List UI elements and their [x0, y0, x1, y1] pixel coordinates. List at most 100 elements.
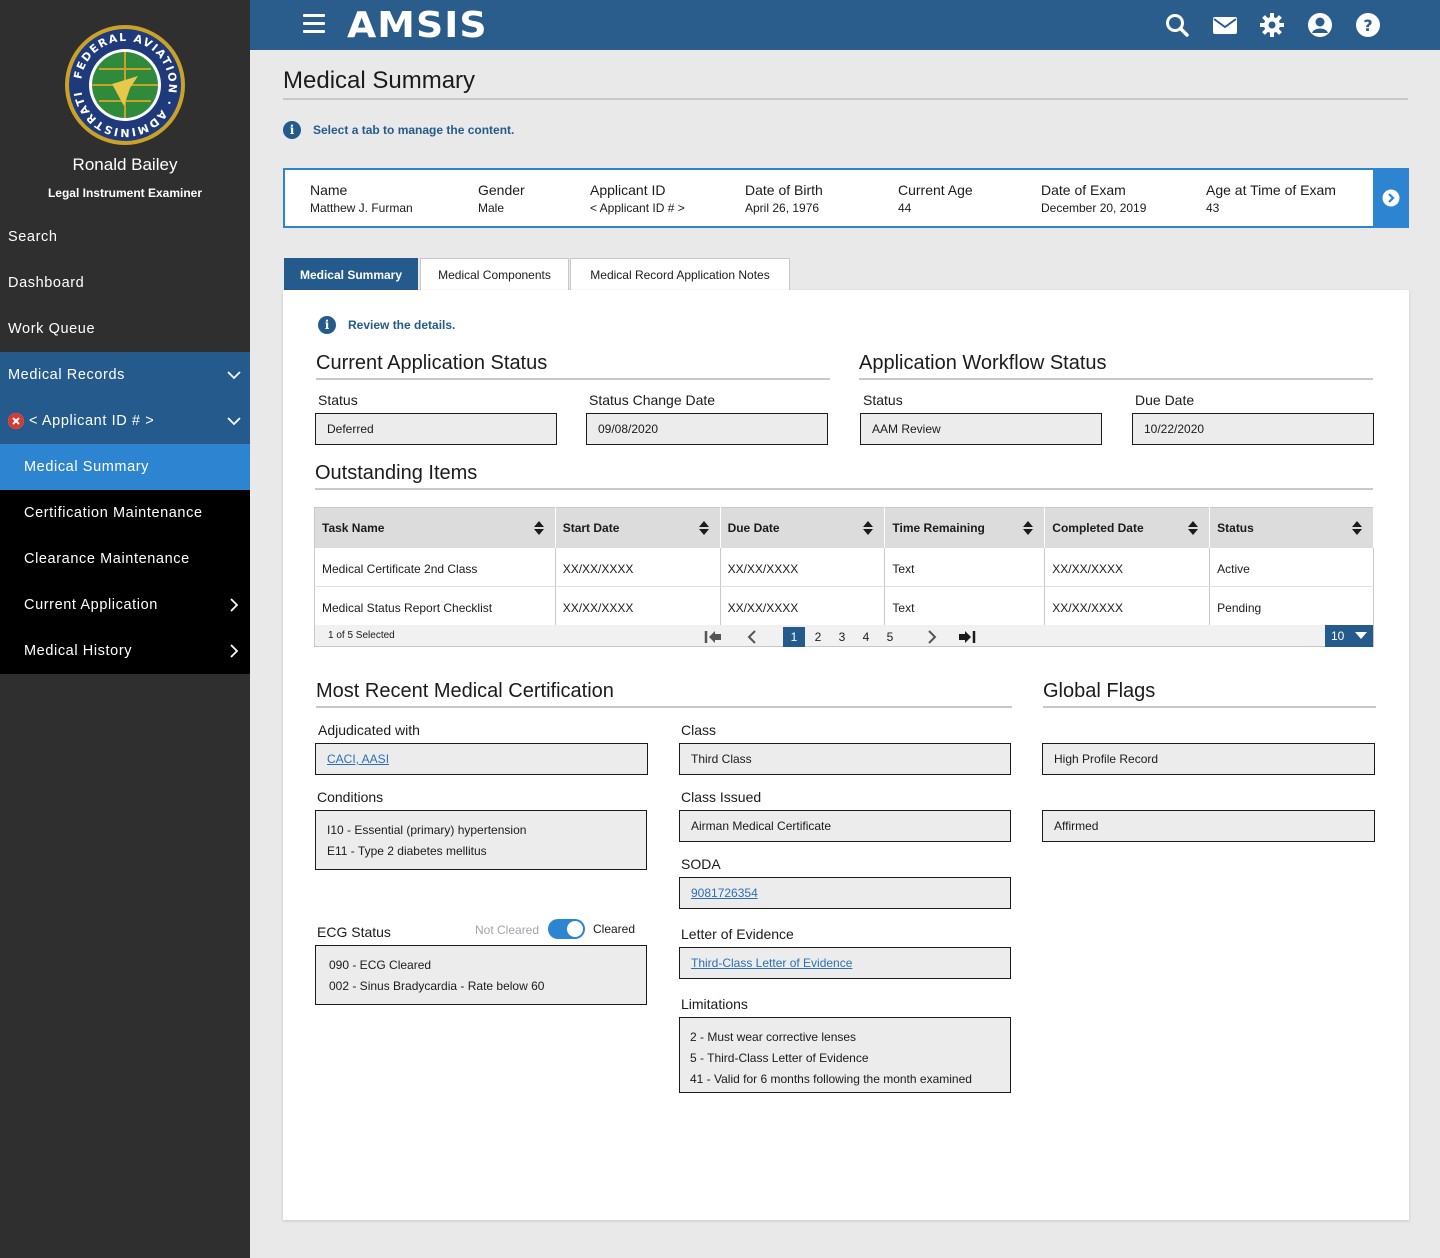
column-header-time-remaining[interactable]: Time Remaining	[884, 507, 1046, 548]
table-cell: XX/XX/XXXX	[1044, 586, 1211, 626]
info-icon: i	[283, 121, 301, 139]
applicant-dob-label: Date of Birth	[745, 182, 823, 198]
current-status-label: Status	[318, 392, 358, 408]
sidebar: FEDERAL AVIATION · ADMINISTRATION · Rona…	[0, 0, 250, 1258]
page-1[interactable]: 1	[783, 627, 805, 647]
workflow-status-heading: Application Workflow Status	[859, 352, 1107, 374]
page-info-text: Select a tab to manage the content.	[313, 123, 515, 137]
last-page-icon[interactable]	[958, 627, 976, 647]
limitations-label: Limitations	[681, 996, 748, 1012]
column-header-status[interactable]: Status	[1209, 507, 1374, 548]
table-row[interactable]: Medical Certificate 2nd Class XX/XX/XXXX…	[314, 547, 1374, 587]
nav-medical-records[interactable]: Medical Records	[0, 352, 250, 398]
applicant-card: Name Matthew J. Furman Gender Male Appli…	[283, 168, 1409, 228]
page-3[interactable]: 3	[831, 627, 853, 647]
page-2[interactable]: 2	[807, 627, 829, 647]
sort-icon[interactable]	[533, 520, 545, 536]
table-cell: Pending	[1209, 586, 1374, 626]
applicant-gender-value: Male	[478, 201, 505, 215]
workflow-due-date-label: Due Date	[1135, 392, 1195, 408]
chevron-down-icon	[227, 417, 241, 426]
nav-clearance-maintenance[interactable]: Clearance Maintenance	[0, 536, 250, 582]
toggle-on-label: Cleared	[593, 922, 636, 936]
column-header-label: Completed Date	[1052, 520, 1144, 535]
class-issued-label: Class Issued	[681, 789, 762, 805]
applicant-name-value: Matthew J. Furman	[310, 201, 413, 215]
limitations-field: 2 - Must wear corrective lenses 5 - Thir…	[679, 1017, 1011, 1093]
search-icon[interactable]	[1164, 12, 1190, 38]
sort-icon[interactable]	[1187, 520, 1199, 536]
sort-icon[interactable]	[862, 520, 874, 536]
user-icon[interactable]	[1307, 12, 1333, 38]
menu-icon[interactable]	[303, 14, 325, 34]
page-title: Medical Summary	[283, 67, 476, 94]
help-icon[interactable]: ?	[1355, 12, 1381, 38]
nav-clearance-maintenance-label: Clearance Maintenance	[24, 551, 190, 567]
adjudicated-link[interactable]: CACI, AASI	[327, 752, 389, 766]
letter-of-evidence-link[interactable]: Third-Class Letter of Evidence	[691, 956, 852, 970]
tab-medical-summary[interactable]: Medical Summary	[284, 258, 418, 291]
panel-info-text: Review the details.	[348, 318, 456, 332]
applicant-id: Applicant ID < Applicant ID # >	[590, 182, 685, 215]
condition-item: E11 - Type 2 diabetes mellitus	[327, 844, 487, 858]
table-row[interactable]: Medical Status Report Checklist XX/XX/XX…	[314, 586, 1374, 626]
column-header-task-name[interactable]: Task Name	[314, 507, 556, 548]
column-header-label: Status	[1217, 520, 1254, 535]
nav-certification-maintenance[interactable]: Certification Maintenance	[0, 490, 250, 536]
nav-applicant[interactable]: < Applicant ID # >	[0, 398, 250, 444]
page-size-select[interactable]: 10	[1325, 625, 1373, 647]
next-page-icon[interactable]	[925, 627, 939, 647]
column-header-start-date[interactable]: Start Date	[555, 507, 721, 548]
tab-medical-record-application-notes[interactable]: Medical Record Application Notes	[570, 258, 790, 291]
chevron-right-icon	[230, 598, 239, 612]
column-header-due-date[interactable]: Due Date	[720, 507, 886, 548]
page-5[interactable]: 5	[879, 627, 901, 647]
page-4[interactable]: 4	[855, 627, 877, 647]
outstanding-items-heading: Outstanding Items	[315, 462, 478, 484]
table-cell: Active	[1209, 547, 1374, 587]
global-flags-heading: Global Flags	[1043, 680, 1156, 702]
sort-icon[interactable]	[1022, 520, 1034, 536]
current-status-divider	[316, 378, 830, 380]
mail-icon[interactable]	[1212, 12, 1238, 38]
table-cell: XX/XX/XXXX	[555, 586, 721, 626]
table-cell: XX/XX/XXXX	[720, 547, 886, 587]
nav-dashboard[interactable]: Dashboard	[0, 260, 250, 306]
flag-item: Affirmed	[1042, 810, 1375, 842]
tab-medical-components[interactable]: Medical Components	[420, 258, 569, 291]
sort-icon[interactable]	[1351, 520, 1363, 536]
sort-icon[interactable]	[698, 520, 710, 536]
gear-icon[interactable]	[1259, 12, 1285, 38]
soda-field: 9081726354	[679, 877, 1011, 909]
nav-medical-summary[interactable]: Medical Summary	[0, 444, 250, 490]
soda-link[interactable]: 9081726354	[691, 886, 758, 900]
nav-work-queue[interactable]: Work Queue	[0, 306, 250, 352]
applicant-exam-age-label: Age at Time of Exam	[1206, 182, 1336, 198]
applicant-exam-date: Date of Exam December 20, 2019	[1041, 182, 1146, 215]
table-cell: XX/XX/XXXX	[555, 547, 721, 587]
current-status-heading: Current Application Status	[316, 352, 548, 374]
applicant-id-value: < Applicant ID # >	[590, 201, 685, 215]
nav-dashboard-label: Dashboard	[8, 275, 85, 291]
nav-search-label: Search	[8, 229, 58, 245]
nav-current-application[interactable]: Current Application	[0, 582, 250, 628]
letter-of-evidence-field: Third-Class Letter of Evidence	[679, 947, 1011, 979]
ecg-cleared-toggle[interactable]	[548, 919, 585, 939]
ecg-item: 090 - ECG Cleared	[329, 958, 432, 972]
table-cell: Text	[884, 547, 1046, 587]
close-icon[interactable]	[8, 413, 24, 429]
table-cell: Text	[884, 586, 1046, 626]
nav-applicant-label: < Applicant ID # >	[29, 413, 155, 429]
title-divider	[283, 98, 1408, 100]
chevron-down-icon	[1355, 632, 1367, 639]
column-header-label: Due Date	[727, 520, 780, 535]
nav-search[interactable]: Search	[0, 214, 250, 260]
first-page-icon[interactable]	[704, 627, 722, 647]
limitation-item: 41 - Valid for 6 months following the mo…	[690, 1072, 972, 1086]
applicant-expand-button[interactable]	[1373, 168, 1409, 228]
nav-medical-history[interactable]: Medical History	[0, 628, 250, 674]
app-brand[interactable]: AMSIS	[347, 5, 488, 46]
previous-page-icon[interactable]	[745, 627, 759, 647]
column-header-completed-date[interactable]: Completed Date	[1044, 507, 1211, 548]
chevron-down-icon	[227, 371, 241, 380]
